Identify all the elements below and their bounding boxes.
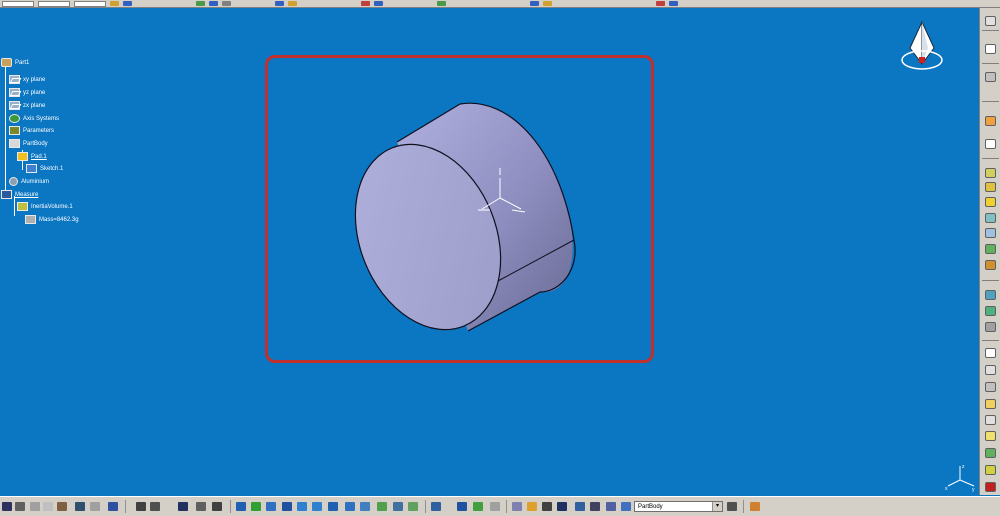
toolbar-icon[interactable] <box>408 502 418 511</box>
axis-triad-icon: z x y <box>945 464 975 492</box>
draft-icon[interactable] <box>985 322 996 332</box>
bottom-toolbar: PartBody ▾ <box>0 496 1000 516</box>
formula-icon[interactable] <box>136 502 146 511</box>
toolbar-separator <box>506 500 507 513</box>
toolbar-icon[interactable] <box>512 502 522 511</box>
cut-icon[interactable] <box>30 502 40 511</box>
rotate-icon[interactable] <box>282 502 292 511</box>
toolbar-icon[interactable] <box>985 16 996 26</box>
pan-icon[interactable] <box>266 502 276 511</box>
shaft-icon[interactable] <box>985 197 996 207</box>
toolbar-icon[interactable] <box>727 502 737 511</box>
toolbar-icon[interactable] <box>985 465 996 475</box>
hole-icon[interactable] <box>985 228 996 238</box>
toolbar-icon[interactable] <box>985 415 996 425</box>
toolbar-icon[interactable] <box>985 448 996 458</box>
swap-space-icon[interactable] <box>393 502 403 511</box>
toolbar-icon[interactable] <box>473 502 483 511</box>
toolbar-icon[interactable] <box>542 502 552 511</box>
toolbar-icon[interactable] <box>196 502 206 511</box>
toolbar-icon[interactable] <box>457 502 467 511</box>
current-body-value: PartBody <box>638 504 663 510</box>
zoom-in-icon[interactable] <box>297 502 307 511</box>
toolbar-separator <box>982 280 999 281</box>
toolbar-separator <box>230 500 231 513</box>
compass-icon[interactable] <box>898 18 946 78</box>
sketch-icon[interactable] <box>985 348 996 358</box>
highlight-frame <box>265 55 654 363</box>
toolbar-separator <box>125 500 126 513</box>
groove-icon[interactable] <box>985 213 996 223</box>
toolbar-icon[interactable] <box>527 502 537 511</box>
fillet-icon[interactable] <box>985 290 996 300</box>
table-icon[interactable] <box>178 502 188 511</box>
toolbar-separator <box>425 500 426 513</box>
hide-show-icon[interactable] <box>377 502 387 511</box>
current-body-select[interactable]: PartBody ▾ <box>634 501 723 512</box>
help-icon[interactable] <box>108 502 118 511</box>
views-icon[interactable] <box>345 502 355 511</box>
toolbar-icon[interactable] <box>590 502 600 511</box>
save-icon[interactable] <box>2 502 12 511</box>
select-arrow-icon[interactable] <box>985 116 996 126</box>
fly-mode-icon[interactable] <box>236 502 246 511</box>
toolbar-separator <box>743 500 744 513</box>
fit-all-icon[interactable] <box>251 502 261 511</box>
rib-icon[interactable] <box>985 244 996 254</box>
slot-icon[interactable] <box>985 260 996 270</box>
redo-icon[interactable] <box>90 502 100 511</box>
zoom-out-icon[interactable] <box>312 502 322 511</box>
undo-icon[interactable] <box>75 502 85 511</box>
toolbar-separator <box>982 63 999 64</box>
chevron-down-icon[interactable]: ▾ <box>712 502 722 511</box>
chamfer-icon[interactable] <box>985 306 996 316</box>
paste-icon[interactable] <box>57 502 67 511</box>
toolbar-icon[interactable] <box>490 502 500 511</box>
pad-icon[interactable] <box>985 168 996 178</box>
toolbar-icon[interactable] <box>606 502 616 511</box>
svg-text:y: y <box>972 487 975 492</box>
pocket-icon[interactable] <box>985 182 996 192</box>
toolbar-icon[interactable] <box>985 139 996 149</box>
svg-text:z: z <box>962 464 965 470</box>
toolbar-icon[interactable] <box>985 399 996 409</box>
print-icon[interactable] <box>15 502 25 511</box>
toolbar-icon[interactable] <box>431 502 441 511</box>
toolbar-icon[interactable] <box>557 502 567 511</box>
svg-text:x: x <box>945 486 948 492</box>
toolbar-icon[interactable] <box>750 502 760 511</box>
normal-view-icon[interactable] <box>328 502 338 511</box>
toolbar-separator <box>982 30 999 31</box>
toolbar-separator <box>982 101 999 102</box>
body-icon[interactable] <box>621 502 631 511</box>
toolbar-icon[interactable] <box>985 482 996 492</box>
toolbar-icon[interactable] <box>575 502 585 511</box>
toolbar-separator <box>982 158 999 159</box>
toolbar-icon[interactable] <box>985 365 996 375</box>
toolbar-separator <box>982 340 999 341</box>
toolbar-icon[interactable] <box>985 382 996 392</box>
toolbar-icon[interactable] <box>985 72 996 82</box>
toolbar-icon[interactable] <box>985 44 996 54</box>
right-toolbar <box>979 8 1000 495</box>
toolbar-icon[interactable] <box>212 502 222 511</box>
copy-icon[interactable] <box>43 502 53 511</box>
render-style-icon[interactable] <box>360 502 370 511</box>
comment-icon[interactable] <box>150 502 160 511</box>
toolbar-icon[interactable] <box>985 431 996 441</box>
